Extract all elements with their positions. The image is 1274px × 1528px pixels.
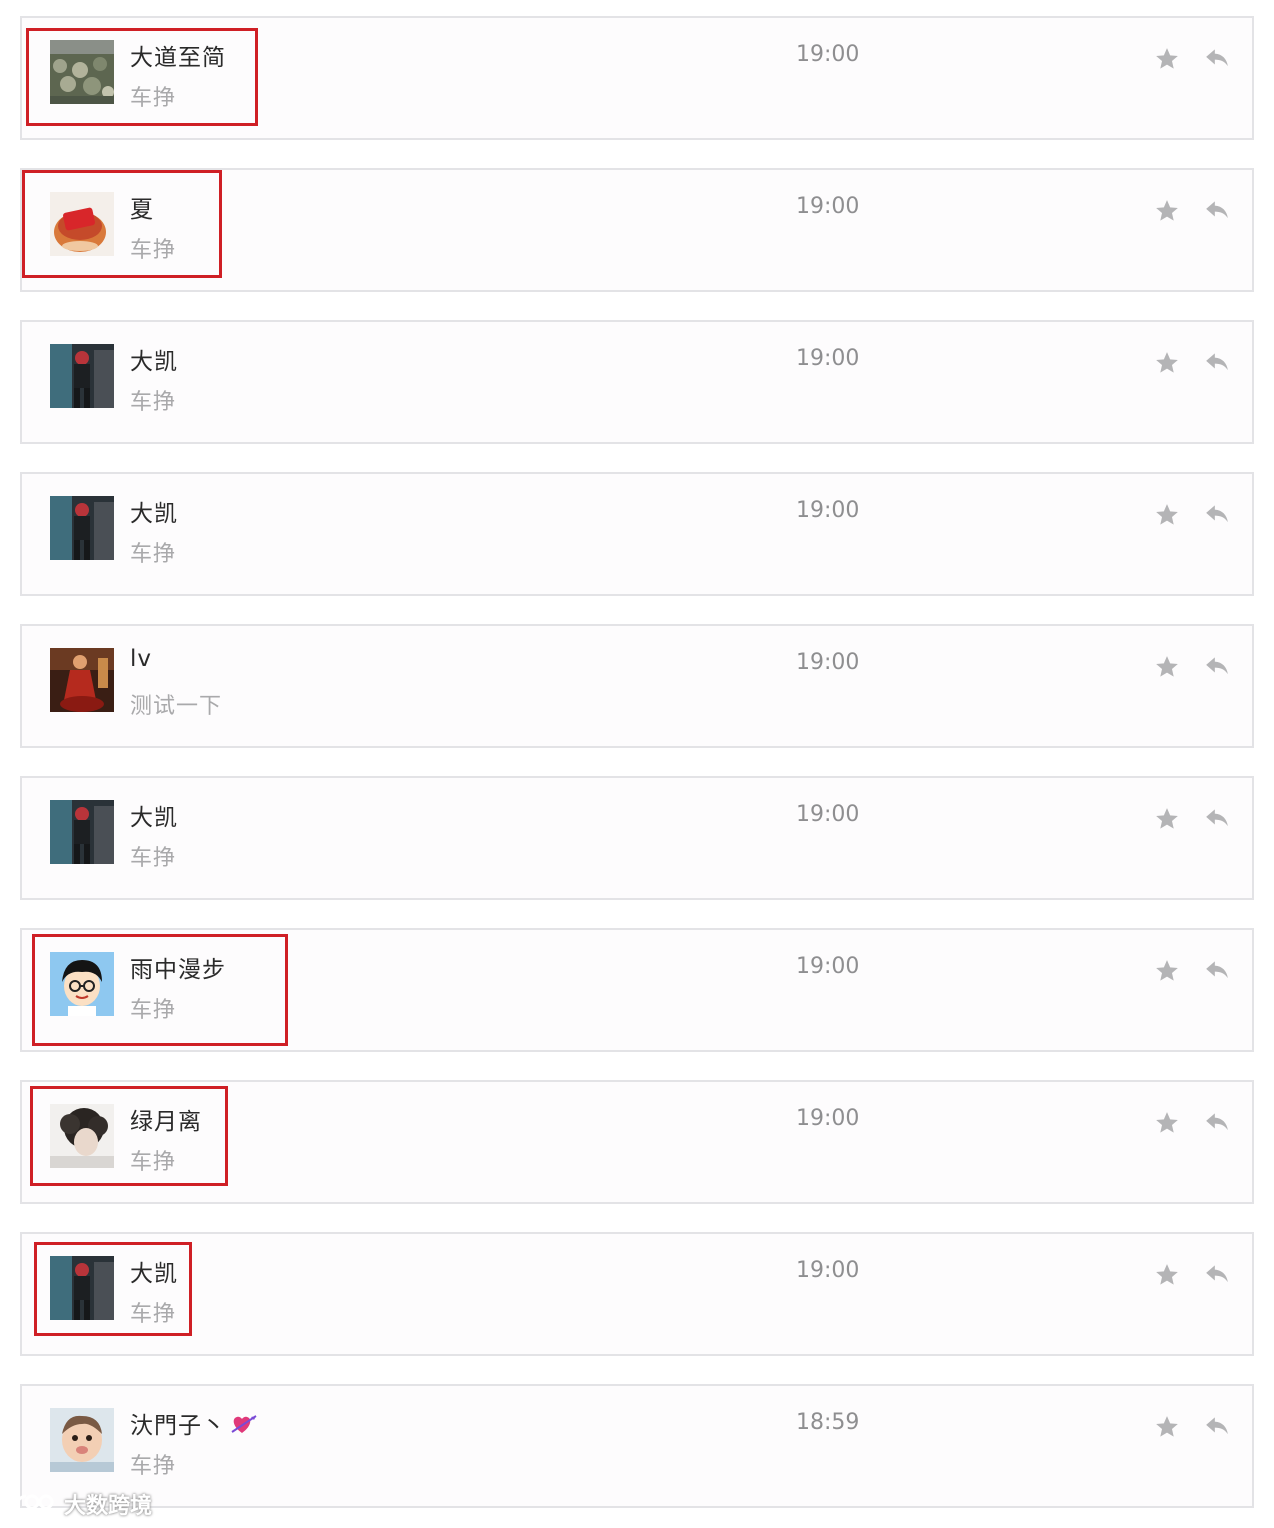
sender-avatar[interactable]: [50, 40, 114, 104]
message-row[interactable]: 雨中漫步 车挣 19:00: [20, 928, 1254, 1052]
message-time: 19:00: [796, 194, 860, 219]
message-preview: 测试一下: [130, 694, 223, 719]
message-time: 19:00: [796, 498, 860, 523]
sender-avatar[interactable]: [50, 1408, 114, 1472]
reply-icon[interactable]: [1204, 654, 1230, 678]
sender-avatar[interactable]: [50, 800, 114, 864]
sender-name: 大凯: [130, 1261, 178, 1287]
watermark: 大数跨境: [10, 1486, 152, 1522]
message-row[interactable]: 大凯 车挣 19:00: [20, 776, 1254, 900]
sender-name: 汏門子丶: [130, 1406, 258, 1440]
sender-avatar[interactable]: [50, 344, 114, 408]
sender-name: 夏: [130, 197, 154, 223]
watermark-logo-icon: [14, 1494, 54, 1515]
sender-name: 大凯: [130, 349, 178, 375]
message-preview: 车挣: [130, 1302, 177, 1327]
message-row[interactable]: 绿月离 车挣 19:00: [20, 1080, 1254, 1204]
sender-avatar[interactable]: [50, 496, 114, 560]
message-preview: 车挣: [130, 998, 177, 1023]
star-icon[interactable]: [1154, 958, 1180, 984]
message-preview: 车挣: [130, 542, 177, 567]
message-row[interactable]: 大凯 车挣 19:00: [20, 472, 1254, 596]
reply-icon[interactable]: [1204, 1262, 1230, 1286]
message-preview: 车挣: [130, 846, 177, 871]
message-time: 19:00: [796, 802, 860, 827]
star-icon[interactable]: [1154, 46, 1180, 72]
message-row[interactable]: 大道至简 车挣 19:00: [20, 16, 1254, 140]
sender-name: 大道至简: [130, 45, 226, 71]
star-icon[interactable]: [1154, 1262, 1180, 1288]
star-icon[interactable]: [1154, 806, 1180, 832]
watermark-text: 大数跨境: [64, 1494, 153, 1519]
sender-avatar[interactable]: [50, 952, 114, 1016]
star-icon[interactable]: [1154, 1414, 1180, 1440]
star-icon[interactable]: [1154, 350, 1180, 376]
sender-name: 雨中漫步: [130, 957, 226, 983]
star-icon[interactable]: [1154, 502, 1180, 528]
message-time: 19:00: [796, 1258, 860, 1283]
message-preview: 车挣: [130, 238, 177, 263]
message-row[interactable]: 大凯 车挣 19:00: [20, 320, 1254, 444]
reply-icon[interactable]: [1204, 46, 1230, 70]
sender-name: 大凯: [130, 501, 178, 527]
message-row[interactable]: 汏門子丶 车挣 18:59: [20, 1384, 1254, 1508]
message-preview: 车挣: [130, 86, 177, 111]
sender-avatar[interactable]: [50, 1256, 114, 1320]
sender-name: 绿月离: [130, 1109, 202, 1135]
message-preview: 车挣: [130, 1150, 177, 1175]
star-icon[interactable]: [1154, 198, 1180, 224]
message-time: 19:00: [796, 1106, 860, 1131]
reply-icon[interactable]: [1204, 1414, 1230, 1438]
reply-icon[interactable]: [1204, 198, 1230, 222]
message-row[interactable]: 夏 车挣 19:00: [20, 168, 1254, 292]
message-time: 19:00: [796, 42, 860, 67]
sender-name: lv: [130, 646, 153, 672]
sender-avatar[interactable]: [50, 1104, 114, 1168]
message-list: 大道至简 车挣 19:00 夏 车挣 19:00 大凯 车挣 19:00 大凯 …: [0, 0, 1274, 1528]
sender-avatar[interactable]: [50, 648, 114, 712]
reply-icon[interactable]: [1204, 502, 1230, 526]
heart-arrow-icon: [231, 1415, 257, 1433]
sender-name-text: 汏門子丶: [130, 1413, 226, 1439]
reply-icon[interactable]: [1204, 806, 1230, 830]
message-time: 19:00: [796, 954, 860, 979]
message-row[interactable]: 大凯 车挣 19:00: [20, 1232, 1254, 1356]
sender-avatar[interactable]: [50, 192, 114, 256]
message-row[interactable]: lv 测试一下 19:00: [20, 624, 1254, 748]
reply-icon[interactable]: [1204, 350, 1230, 374]
message-preview: 车挣: [130, 390, 177, 415]
star-icon[interactable]: [1154, 1110, 1180, 1136]
message-preview: 车挣: [130, 1454, 177, 1479]
reply-icon[interactable]: [1204, 958, 1230, 982]
reply-icon[interactable]: [1204, 1110, 1230, 1134]
message-time: 18:59: [796, 1410, 860, 1435]
message-time: 19:00: [796, 346, 860, 371]
sender-name: 大凯: [130, 805, 178, 831]
star-icon[interactable]: [1154, 654, 1180, 680]
message-time: 19:00: [796, 650, 860, 675]
